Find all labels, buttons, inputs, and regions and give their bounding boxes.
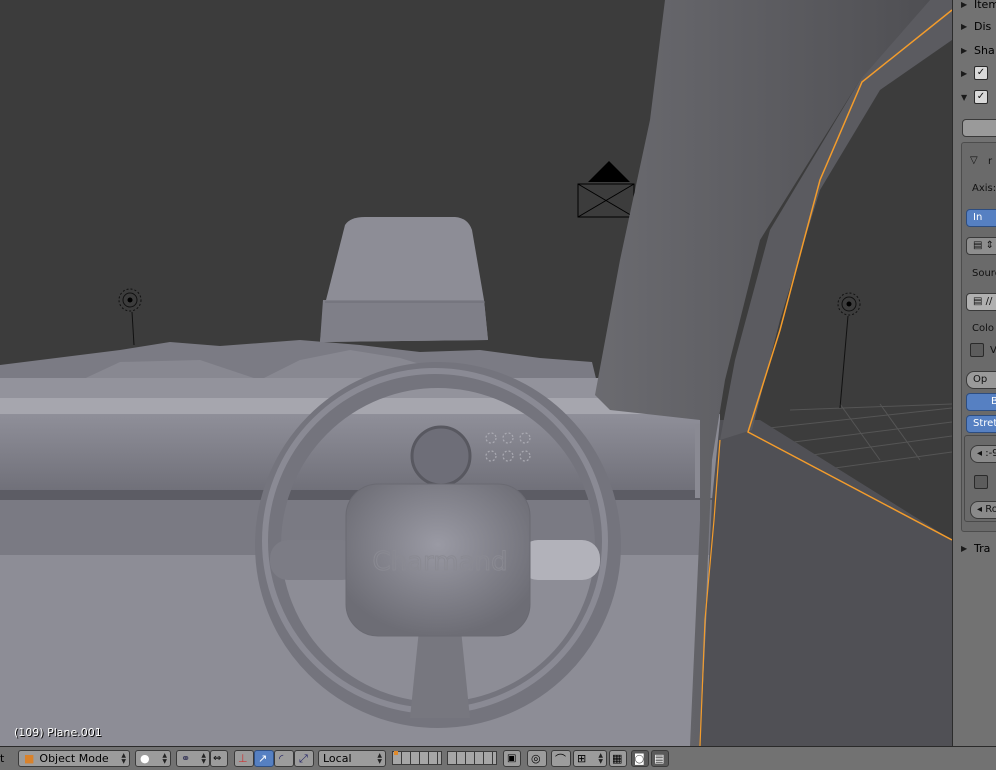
scale-manipulator[interactable]: ⤢ xyxy=(294,750,314,767)
updown-arrow-icon: ▲ ▼ xyxy=(377,751,382,765)
expand-arrow-icon: ▶ xyxy=(961,21,968,31)
3d-viewport[interactable]: Charmand (109) Plane.001 xyxy=(0,0,952,746)
clapperboard-icon: ▤ xyxy=(654,752,665,765)
arrow-icon: ↗ xyxy=(258,752,268,765)
image-icon: ▦ xyxy=(612,752,623,765)
rotate-icon: ◜ xyxy=(279,752,284,765)
object-info: (109) Plane.001 xyxy=(14,726,102,739)
offset-field[interactable]: ◂ :-9 xyxy=(970,445,996,463)
scale-icon: ⤢ xyxy=(299,751,308,765)
updown-arrow-icon: ▲ ▼ xyxy=(121,751,126,765)
panel-background-images[interactable]: ▼ ✓ xyxy=(961,87,996,107)
proportional-edit-button[interactable]: ◎ xyxy=(527,750,547,767)
flip-checkbox[interactable] xyxy=(974,475,988,489)
arrows-icon: ⇔ xyxy=(213,753,222,764)
viewport-shading-dropdown[interactable]: ● ▲ ▼ xyxy=(135,750,171,767)
cube-icon: ■ xyxy=(24,752,35,765)
rotate-manipulator[interactable]: ◜ xyxy=(274,750,294,767)
subpanel-toggle-icon[interactable]: ▽ xyxy=(970,155,978,166)
view-checkbox-row[interactable]: V xyxy=(970,343,996,357)
axes-icon: ⊥ xyxy=(238,752,248,765)
expand-arrow-icon: ▶ xyxy=(961,543,968,553)
background-image-subpanel: ▽ r Axis: In ▤ ⇕ Sourc ▤ // Colo V Op B … xyxy=(961,142,996,532)
expand-arrow-icon: ▶ xyxy=(961,45,968,55)
updown-arrow-icon: ▲ ▼ xyxy=(201,751,206,765)
transform-orientation-dropdown[interactable]: Local ▲ ▼ xyxy=(318,750,386,767)
wheel-logo: Charmand xyxy=(372,547,507,577)
axis-button[interactable]: In xyxy=(966,209,996,227)
enable-checkbox[interactable]: ✓ xyxy=(974,90,988,104)
opengl-render-button[interactable]: ▦ xyxy=(609,750,627,767)
snap-element-dropdown[interactable]: ⊞ ▲ ▼ xyxy=(573,750,607,767)
snap-grid-icon: ⊞ xyxy=(577,752,587,765)
pivot-point-dropdown[interactable]: ⚭ ▲ ▼ xyxy=(176,750,210,767)
camera-icon: ◙ xyxy=(634,752,645,765)
manipulate-center-button[interactable]: ⇔ xyxy=(210,750,228,767)
add-image-button[interactable] xyxy=(962,119,996,137)
updown-arrow-icon: ▲ ▼ xyxy=(598,751,603,765)
panel-display[interactable]: ▶ Dis xyxy=(961,16,996,36)
b-button[interactable]: B xyxy=(966,393,996,411)
translate-manipulator[interactable]: ↗ xyxy=(254,750,274,767)
properties-panel[interactable]: ▶ Item ▶ Dis ▶ Sha ▶ ✓ ▼ ✓ ▽ r Axis: In … xyxy=(952,0,996,746)
sphere-icon: ● xyxy=(140,752,150,765)
lock-layers-button[interactable]: ▣ xyxy=(503,750,521,767)
expand-arrow-icon: ▶ xyxy=(961,0,968,9)
updown-arrow-icon: ▲ ▼ xyxy=(162,751,167,765)
stretch-button[interactable]: Stret xyxy=(966,415,996,433)
pivot-icon: ⚭ xyxy=(181,752,191,765)
magnet-icon: ⌒ xyxy=(555,752,566,766)
source-path-field[interactable]: ▤ // xyxy=(966,293,996,311)
3d-view-header: t ■ Object Mode ▲ ▼ ● ▲ ▼ ⚭ ▲ ▼ ⇔ ⊥ ↗ ◜ ⤢ L… xyxy=(0,746,996,770)
render-image-button[interactable]: ◙ xyxy=(631,750,649,767)
active-layer-dot xyxy=(394,751,398,755)
image-source-dropdown[interactable]: ▤ ⇕ xyxy=(966,237,996,255)
panel-shading[interactable]: ▶ Sha xyxy=(961,40,996,60)
snap-toggle[interactable]: ⌒ xyxy=(551,750,571,767)
collapse-arrow-icon: ▼ xyxy=(961,92,968,102)
layers-grid-2[interactable] xyxy=(447,751,497,765)
expand-arrow-icon: ▶ xyxy=(961,68,968,78)
enable-checkbox[interactable]: ✓ xyxy=(974,66,988,80)
layers-grid-1[interactable] xyxy=(392,751,442,765)
panel-checkbox-row[interactable]: ▶ ✓ xyxy=(961,63,996,83)
viewport-scene[interactable]: Charmand xyxy=(0,0,952,746)
panel-transform[interactable]: ▶ Tra xyxy=(961,538,996,558)
opacity-button[interactable]: Op xyxy=(966,371,996,389)
render-animation-button[interactable]: ▤ xyxy=(651,750,669,767)
panel-item[interactable]: ▶ Item xyxy=(961,0,996,14)
circle-icon: ◎ xyxy=(531,752,541,765)
view-checkbox[interactable] xyxy=(970,343,984,357)
lock-icon: ▣ xyxy=(507,753,517,764)
rotation-field[interactable]: ◂ Ro xyxy=(970,501,996,519)
manipulator-toggle[interactable]: ⊥ xyxy=(234,750,254,767)
mode-dropdown[interactable]: ■ Object Mode ▲ ▼ xyxy=(18,750,130,767)
